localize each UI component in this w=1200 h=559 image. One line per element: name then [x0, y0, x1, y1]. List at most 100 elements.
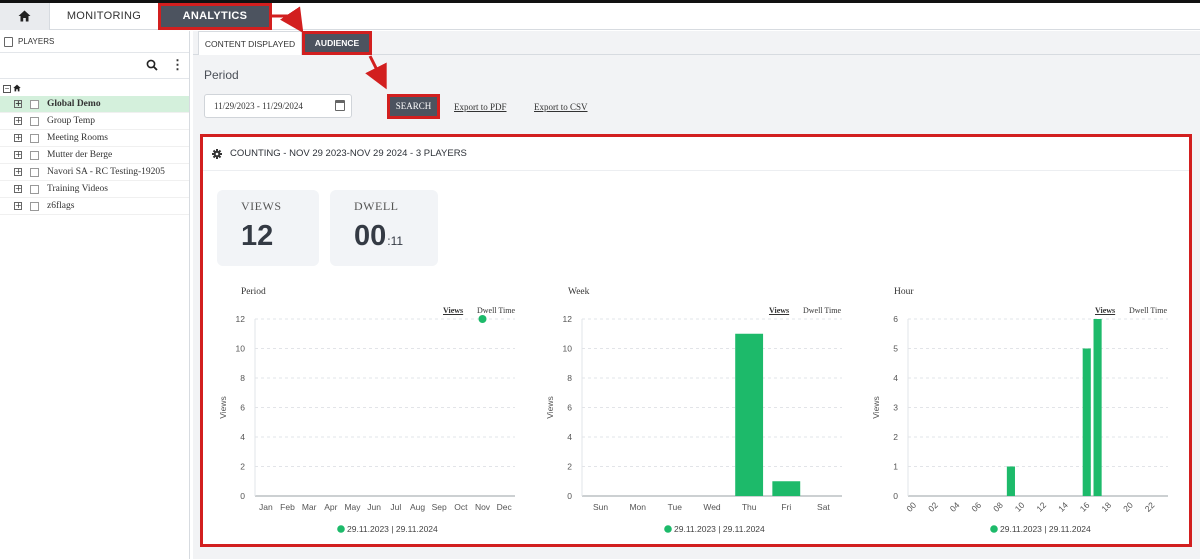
tree-item-label: Mutter der Berge [47, 150, 113, 160]
calendar-icon[interactable] [335, 100, 345, 111]
expand-icon[interactable]: + [14, 202, 22, 210]
nav-tab-analytics[interactable]: ANALYTICS [158, 3, 272, 30]
x-tick-label: 02 [926, 500, 940, 514]
legend-dwell-time[interactable]: Dwell Time [477, 306, 515, 315]
dwell-value: 00:11 [354, 220, 403, 253]
legend-views[interactable]: Views [1095, 306, 1115, 315]
legend-views[interactable]: Views [443, 306, 463, 315]
x-tick-label: Fri [781, 502, 791, 512]
player-group-list: + Global Demo + Group Temp + Meeting Roo… [0, 96, 189, 215]
date-range-input[interactable]: 11/29/2023 - 11/29/2024 [204, 94, 352, 118]
export-pdf-link[interactable]: Export to PDF [454, 102, 507, 112]
tree-item-label: z6flags [47, 201, 75, 211]
chart-footer-label: 29.11.2023 | 29.11.2024 [347, 524, 438, 534]
legend-dwell-time[interactable]: Dwell Time [803, 306, 841, 315]
players-sidebar: PLAYERS ⋮ − + Global Demo + Group Temp +… [0, 31, 190, 559]
y-tick-label: 8 [567, 373, 572, 383]
x-tick-label: 12 [1034, 500, 1048, 514]
chart-title: Hour [894, 287, 914, 297]
expand-icon[interactable]: + [14, 168, 22, 176]
legend-dot [664, 525, 672, 533]
tree-checkbox[interactable] [30, 168, 39, 177]
tree-item-label: Meeting Rooms [47, 133, 108, 143]
x-tick-label: 04 [948, 500, 962, 514]
analytics-subtabs: CONTENT DISPLAYED AUDIENCE [193, 31, 1200, 55]
tree-checkbox[interactable] [30, 202, 39, 211]
expand-icon[interactable]: + [14, 117, 22, 125]
y-tick-label: 10 [236, 344, 246, 354]
expand-icon[interactable]: + [14, 100, 22, 108]
views-value: 12 [241, 220, 274, 252]
export-csv-link[interactable]: Export to CSV [534, 102, 588, 112]
tree-root[interactable]: − [0, 82, 189, 96]
expand-icon[interactable]: + [14, 151, 22, 159]
x-tick-label: 10 [1013, 500, 1027, 514]
week-chart: 0 2 4 6 8 10 12 Views Sun Mon Tue Wed Thu Fri Sat 29.11… [540, 283, 860, 545]
expand-icon[interactable]: + [14, 134, 22, 142]
y-tick-label: 0 [893, 491, 898, 501]
y-tick-label: 1 [893, 462, 898, 472]
y-axis-label: Views [545, 396, 555, 419]
y-tick-label: 0 [567, 491, 572, 501]
legend-views[interactable]: Views [769, 306, 789, 315]
tree-checkbox[interactable] [30, 151, 39, 160]
expand-icon[interactable]: + [14, 185, 22, 193]
y-tick-label: 12 [236, 314, 246, 324]
home-icon [13, 84, 21, 92]
tree-item-label: Training Videos [47, 184, 108, 194]
nav-home-button[interactable] [0, 3, 50, 30]
tree-checkbox[interactable] [30, 134, 39, 143]
views-label: VIEWS [241, 199, 282, 213]
views-card: VIEWS 12 [217, 190, 319, 266]
counting-panel: COUNTING - NOV 29 2023-NOV 29 2024 - 3 P… [200, 134, 1192, 547]
bar [1093, 319, 1102, 496]
tree-item[interactable]: + Group Temp [0, 113, 189, 130]
tree-checkbox[interactable] [30, 117, 39, 126]
tree-item[interactable]: + Training Videos [0, 181, 189, 198]
x-tick-label: 14 [1056, 500, 1070, 514]
bar [772, 481, 801, 496]
x-tick-label: Mon [629, 502, 646, 512]
collapse-icon[interactable]: − [3, 85, 11, 93]
x-tick-label: 08 [991, 500, 1005, 514]
tab-audience[interactable]: AUDIENCE [302, 31, 372, 55]
data-point [478, 315, 487, 323]
period-chart: 0 2 4 6 8 10 12 Views Jan Feb Mar Apr May Jun Jul Aug Se… [213, 283, 533, 545]
tree-item[interactable]: + Navori SA - RC Testing-19205 [0, 164, 189, 181]
legend-dwell-time[interactable]: Dwell Time [1129, 306, 1167, 315]
players-header-label: PLAYERS [18, 37, 55, 46]
x-tick-label: 20 [1121, 500, 1135, 514]
x-tick-label: 16 [1078, 500, 1092, 514]
tree-item[interactable]: + Mutter der Berge [0, 147, 189, 164]
tree-item[interactable]: + Global Demo [0, 96, 189, 113]
dwell-value-main: 00 [354, 220, 387, 252]
week-chart-svg: 0 2 4 6 8 10 12 Views Sun Mon Tue Wed Thu Fri Sat 29.11… [545, 314, 842, 534]
sidebar-search-bar: ⋮ [0, 53, 189, 79]
nav-tab-monitoring[interactable]: MONITORING [50, 3, 158, 30]
y-tick-label: 6 [567, 403, 572, 413]
gear-icon[interactable] [212, 149, 222, 159]
tree-checkbox[interactable] [30, 185, 39, 194]
search-button[interactable]: SEARCH [387, 94, 440, 119]
y-tick-label: 3 [893, 403, 898, 413]
tree-item[interactable]: + Meeting Rooms [0, 130, 189, 147]
chart-title: Period [241, 287, 266, 297]
tree-item[interactable]: + z6flags [0, 198, 189, 215]
tree-checkbox[interactable] [30, 100, 39, 109]
y-tick-label: 2 [893, 432, 898, 442]
hour-chart: 0 1 2 3 4 5 6 Views 00 02 04 06 08 10 12 14 16 18 20 22 29.1… [866, 283, 1186, 545]
x-tick-label: Jul [390, 502, 401, 512]
y-axis-label: Views [218, 396, 228, 419]
y-tick-label: 4 [567, 432, 572, 442]
period-label: Period [204, 68, 239, 82]
tree-item-label: Global Demo [47, 99, 101, 109]
bar [1006, 466, 1015, 496]
bar [735, 333, 764, 496]
x-tick-label: Nov [475, 502, 491, 512]
panel-title: COUNTING - NOV 29 2023-NOV 29 2024 - 3 P… [230, 148, 467, 159]
y-tick-label: 6 [240, 403, 245, 413]
y-tick-label: 2 [240, 462, 245, 472]
tab-content-displayed[interactable]: CONTENT DISPLAYED [198, 31, 302, 55]
search-icon[interactable] [146, 59, 158, 71]
kebab-menu-icon[interactable]: ⋮ [171, 58, 184, 71]
